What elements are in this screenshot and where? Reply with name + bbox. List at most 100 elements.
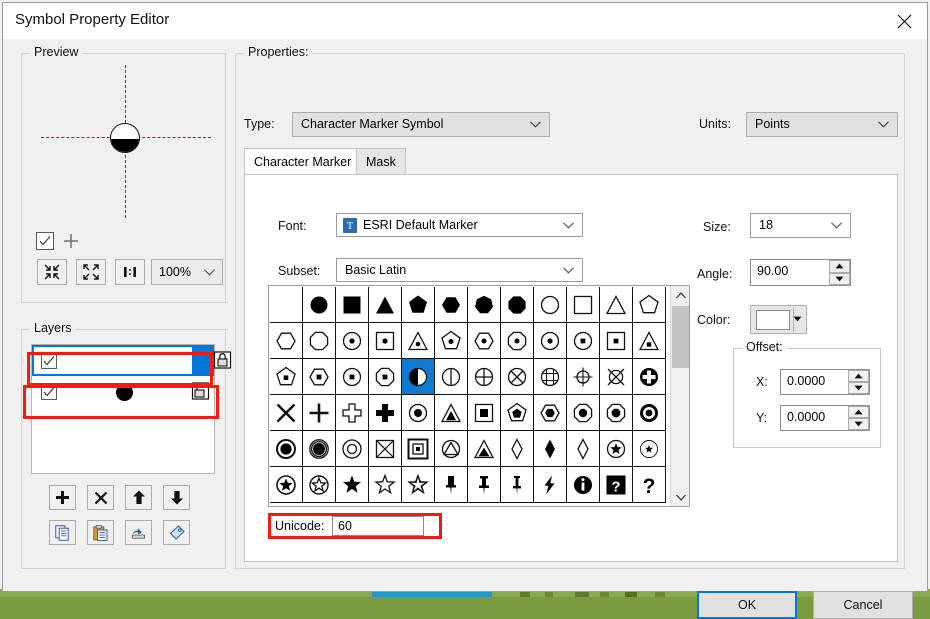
delete-layer-button[interactable] — [87, 485, 114, 510]
char-cell-filled-diamond[interactable] — [534, 431, 567, 467]
char-cell-open-cross[interactable] — [336, 395, 369, 431]
char-cell-circle-crosshair[interactable] — [567, 359, 600, 395]
char-cell-open-diamond[interactable] — [501, 431, 534, 467]
char-cell-square-x[interactable] — [369, 431, 402, 467]
angle-decrement-button[interactable] — [829, 273, 850, 286]
char-cell-open-triangle[interactable] — [600, 287, 633, 323]
offset-x-spinner[interactable] — [848, 370, 869, 394]
ok-button[interactable]: OK — [697, 591, 797, 619]
char-cell-circle-square-dot[interactable] — [567, 323, 600, 359]
offset-y-spinner[interactable] — [848, 406, 869, 430]
char-cell-octagon-square-dot[interactable] — [369, 359, 402, 395]
char-cell-triangle-bullet[interactable] — [435, 395, 468, 431]
char-cell-filled-circle-plus[interactable] — [633, 359, 666, 395]
char-cell-circle-triangle[interactable] — [435, 431, 468, 467]
char-cell-square-in-square[interactable] — [402, 431, 435, 467]
char-cell-triangle-square-dot[interactable] — [633, 323, 666, 359]
subset-combo[interactable]: Basic Latin — [336, 258, 583, 282]
preview-zoom-out-button[interactable] — [37, 259, 67, 285]
layer-row[interactable] — [32, 345, 214, 376]
char-cell-open-circle[interactable] — [534, 287, 567, 323]
char-cell-pushpin-thin[interactable] — [501, 467, 534, 503]
char-cell-star-outline[interactable] — [402, 467, 435, 503]
close-button[interactable] — [881, 3, 927, 39]
char-cell-lightning-bolt[interactable] — [534, 467, 567, 503]
swap-layer-button[interactable] — [125, 520, 152, 545]
unicode-input[interactable]: 60 — [332, 516, 424, 536]
char-cell-filled-square[interactable] — [336, 287, 369, 323]
char-cell-filled-triangle[interactable] — [369, 287, 402, 323]
char-cell-filled-cross[interactable] — [369, 395, 402, 431]
char-cell-open-star[interactable] — [369, 467, 402, 503]
scrollbar-down-button[interactable] — [671, 488, 690, 506]
char-cell-circle-filled-star[interactable] — [270, 467, 303, 503]
char-cell-ring-open[interactable] — [336, 431, 369, 467]
offset-y-input[interactable]: 0.0000 — [780, 405, 870, 431]
char-cell-octagon-bullet[interactable] — [567, 395, 600, 431]
char-cell-info-circle[interactable] — [567, 467, 600, 503]
char-cell-hexagon-dot[interactable] — [468, 323, 501, 359]
char-cell-hexagon-bullet[interactable] — [534, 395, 567, 431]
char-cell-triangle-filled-outline[interactable] — [468, 431, 501, 467]
tab-mask[interactable]: Mask — [356, 148, 406, 174]
char-cell-octagon-bullet2[interactable] — [600, 395, 633, 431]
char-cell-pentagon-square-dot[interactable] — [270, 359, 303, 395]
char-cell-octagon-dot[interactable] — [501, 323, 534, 359]
char-cell-open-hexagon[interactable] — [270, 323, 303, 359]
char-cell-circle-dot[interactable] — [336, 323, 369, 359]
preview-zoom-combo[interactable]: 100% — [151, 259, 223, 285]
char-cell-circle-cross[interactable] — [468, 359, 501, 395]
preview-enable-checkbox[interactable] — [36, 232, 54, 250]
char-cell-triangle-dot[interactable] — [402, 323, 435, 359]
angle-input[interactable]: 90.00 — [750, 259, 851, 286]
font-combo[interactable]: T ESRI Default Marker — [336, 213, 583, 237]
char-cell-circle-vline[interactable] — [435, 359, 468, 395]
move-layer-down-button[interactable] — [163, 485, 190, 510]
char-cell-x-mark[interactable] — [270, 395, 303, 431]
char-cell-pushpin-filled[interactable] — [435, 467, 468, 503]
char-cell-open-octagon[interactable] — [303, 323, 336, 359]
layer-visibility-checkbox[interactable] — [41, 353, 57, 369]
char-cell-filled-octagon[interactable] — [501, 287, 534, 323]
offset-x-increment-button[interactable] — [848, 370, 869, 382]
char-cell-filled-pentagon[interactable] — [402, 287, 435, 323]
copy-layer-button[interactable] — [49, 520, 76, 545]
char-cell-target-rings[interactable] — [303, 431, 336, 467]
type-combo[interactable]: Character Marker Symbol — [292, 112, 550, 137]
offset-y-decrement-button[interactable] — [848, 418, 869, 430]
char-cell-question-box[interactable]: ? — [600, 467, 633, 503]
character-grid-scrollbar[interactable] — [670, 286, 689, 506]
char-cell-bullseye[interactable] — [633, 395, 666, 431]
offset-x-input[interactable]: 0.0000 — [780, 369, 870, 395]
char-cell-circle-star-small[interactable] — [633, 431, 666, 467]
char-cell-square-bullet[interactable] — [468, 395, 501, 431]
char-cell-filled-circle[interactable] — [303, 287, 336, 323]
char-cell-circle-square-dot2[interactable] — [336, 359, 369, 395]
angle-spinner[interactable] — [829, 260, 850, 285]
char-cell-half-filled-circle[interactable] — [402, 359, 435, 395]
angle-increment-button[interactable] — [829, 260, 850, 273]
char-cell-circle-open-star[interactable] — [303, 467, 336, 503]
char-cell-circle-dot2[interactable] — [534, 323, 567, 359]
scrollbar-thumb[interactable] — [672, 306, 689, 368]
char-cell-ring-filled[interactable] — [270, 431, 303, 467]
units-combo[interactable]: Points — [746, 112, 898, 137]
char-cell-pentagon-dot[interactable] — [435, 323, 468, 359]
cancel-button[interactable]: Cancel — [813, 591, 913, 619]
char-cell-circle-star[interactable] — [600, 431, 633, 467]
char-cell-square-square-dot[interactable] — [600, 323, 633, 359]
offset-x-decrement-button[interactable] — [848, 382, 869, 394]
preview-actual-size-button[interactable] — [115, 259, 145, 285]
char-cell-open-diamond2[interactable] — [567, 431, 600, 467]
character-grid[interactable]: ?? — [269, 286, 670, 506]
offset-y-increment-button[interactable] — [848, 406, 869, 418]
char-cell-blank[interactable] — [270, 287, 303, 323]
lock-open-icon[interactable] — [191, 381, 210, 401]
scrollbar-up-button[interactable] — [671, 286, 690, 304]
preview-add-icon-wrap[interactable] — [62, 232, 80, 250]
preview-canvas[interactable] — [23, 55, 226, 225]
char-cell-plus-mark[interactable] — [303, 395, 336, 431]
char-cell-filled-star[interactable] — [336, 467, 369, 503]
layer-row[interactable] — [32, 376, 214, 407]
size-combo[interactable]: 18 — [750, 213, 851, 238]
